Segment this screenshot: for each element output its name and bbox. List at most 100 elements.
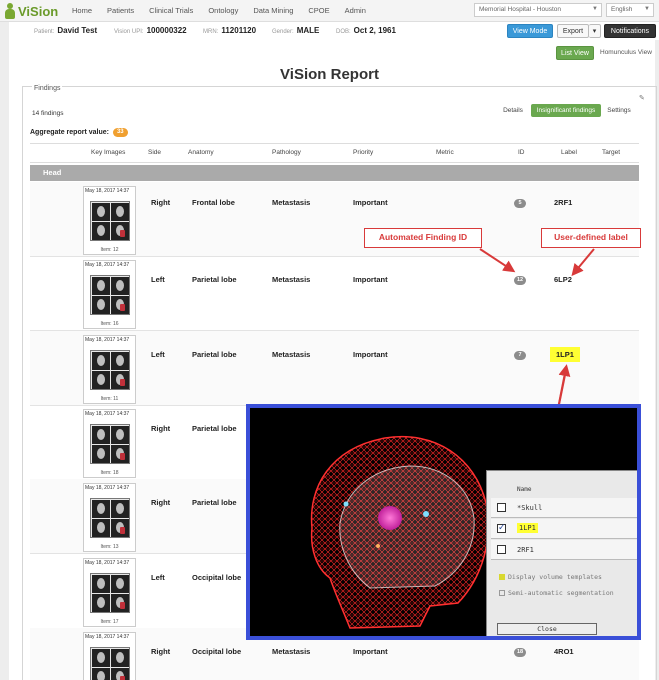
thumb-date: May 18, 2017 14:37 (85, 262, 130, 269)
col-target: Target (602, 149, 621, 156)
tab-settings[interactable]: Settings (605, 104, 633, 117)
key-image-thumbnail[interactable]: May 18, 2017 14:37 Item: 16 (83, 260, 136, 330)
table-row[interactable]: May 18, 2017 14:37 Item: 11 Left Parieta… (30, 330, 639, 406)
cell-side: Right (151, 646, 171, 656)
semi-auto-label: Semi-automatic segmentation (508, 589, 614, 597)
cell-side: Right (151, 498, 171, 508)
nav-admin[interactable]: Admin (345, 6, 366, 15)
finding-label[interactable]: 4RO1 (554, 647, 574, 656)
thumb-date: May 18, 2017 14:37 (85, 559, 130, 566)
mri-grid-image (90, 423, 130, 464)
notifications-button[interactable]: Notifications (604, 24, 656, 38)
cell-anatomy: Parietal lobe (192, 498, 237, 508)
nav-ontology[interactable]: Ontology (208, 6, 238, 15)
cell-side: Left (151, 572, 165, 582)
key-image-thumbnail[interactable]: May 18, 2017 14:37 Item: 11 (83, 334, 136, 404)
nav-data-mining[interactable]: Data Mining (253, 6, 293, 15)
key-image-thumbnail[interactable]: May 18, 2017 14:37 Item: 17 (83, 557, 136, 627)
left-gutter (0, 22, 9, 680)
aggregate-label: Aggregate report value: (30, 129, 109, 136)
patient-name: David Test (57, 26, 98, 35)
finding-label[interactable]: 1LP1 (550, 346, 580, 362)
view-mode-button[interactable]: View Mode (507, 24, 553, 38)
aggregate-report-value: Aggregate report value: 33 (30, 128, 128, 137)
group-header-head[interactable]: Head (30, 165, 639, 181)
finding-label[interactable]: 2RF1 (554, 198, 572, 207)
seg-row-2rf1[interactable]: 2RF1 (491, 540, 637, 560)
language-select-value: English (611, 6, 633, 13)
thumb-item: Item: 18 (100, 469, 119, 476)
key-image-thumbnail[interactable]: May 18, 2017 14:37 (83, 631, 136, 680)
key-image-thumbnail[interactable]: May 18, 2017 14:37 Item: 12 (83, 186, 136, 255)
list-view-button[interactable]: List View (556, 46, 594, 60)
tab-details[interactable]: Details (500, 104, 526, 117)
vision-logo-icon (4, 3, 16, 19)
finding-label[interactable]: 6LP2 (554, 275, 572, 284)
thumb-date: May 18, 2017 14:37 (85, 336, 130, 343)
key-image-thumbnail[interactable]: May 18, 2017 14:37 Item: 18 (83, 408, 136, 478)
export-dropdown-icon[interactable]: ▾ (589, 24, 601, 38)
cell-side: Right (151, 198, 171, 207)
col-priority: Priority (353, 149, 374, 156)
mrn-value: 11201120 (221, 26, 257, 35)
thumb-item: Item: 17 (100, 618, 119, 625)
close-button[interactable]: Close (497, 623, 597, 635)
export-button[interactable]: Export (557, 24, 589, 38)
nav-home[interactable]: Home (72, 6, 92, 15)
mrn-field: MRN: 11201120 (203, 26, 256, 35)
checkbox[interactable] (497, 545, 506, 554)
key-image-thumbnail[interactable]: May 18, 2017 14:37 Item: 13 (83, 483, 136, 553)
table-row[interactable]: May 18, 2017 14:37 Item: 16 Left Parieta… (30, 256, 639, 332)
col-pathology: Pathology (272, 149, 301, 156)
thumb-date: May 18, 2017 14:37 (85, 633, 130, 640)
cell-priority: Important (353, 275, 388, 285)
dob-field: DOB: Oct 2, 1961 (336, 26, 396, 35)
cell-anatomy: Frontal lobe (192, 198, 235, 207)
homunculus-view-link[interactable]: Homunculus View (600, 49, 652, 56)
report-title: ViSion Report (280, 66, 379, 83)
language-select[interactable]: English ▼ (606, 3, 654, 17)
mri-grid-image (90, 349, 130, 390)
aggregate-badge: 33 (112, 128, 128, 137)
semi-auto-option[interactable]: Semi-automatic segmentation (499, 589, 614, 597)
mri-grid-image (90, 275, 130, 316)
upi-field: Vision UPI: 100000322 (114, 26, 187, 35)
col-metric: Metric (436, 149, 454, 156)
mri-grid-image (90, 201, 130, 241)
nav-cpoe[interactable]: CPOE (308, 6, 329, 15)
chevron-down-icon: ▼ (592, 6, 598, 12)
upi-label: Vision UPI: (114, 29, 144, 35)
nav-patients[interactable]: Patients (107, 6, 134, 15)
chevron-down-icon: ▼ (644, 6, 650, 12)
seg-row-skull[interactable]: *Skull (491, 498, 637, 518)
cell-priority: Important (353, 646, 388, 656)
display-templates-label: Display volume templates (508, 573, 602, 581)
cell-pathology: Metastasis (272, 198, 311, 207)
tab-insignificant-findings[interactable]: Insignificant findings (531, 104, 601, 117)
checkbox[interactable] (497, 503, 506, 512)
thumb-item: Item: 12 (100, 247, 119, 253)
edit-pencil-icon[interactable]: ✎ (639, 94, 645, 102)
app-logo[interactable]: ViSion (4, 3, 58, 19)
3d-visualization-overlay: Name *Skull 1LP1 2RF1 Display volume tem… (246, 404, 641, 640)
seg-name: 2RF1 (517, 546, 534, 554)
display-templates-option[interactable]: Display volume templates (499, 573, 602, 581)
checkbox-checked[interactable] (497, 522, 506, 533)
seg-row-1lp1[interactable]: 1LP1 (491, 519, 637, 539)
hospital-select[interactable]: Memorial Hospital - Houston ▼ (474, 3, 602, 17)
callout-automated-finding-id: Automated Finding ID (364, 228, 482, 248)
finding-id-badge: 7 (514, 350, 526, 360)
cell-anatomy: Occipital lobe (192, 572, 242, 582)
thumb-item: Item: 11 (100, 395, 119, 402)
cell-side: Left (151, 349, 165, 359)
mri-grid-image (90, 572, 130, 613)
cell-priority: Important (353, 198, 388, 207)
nav-clinical-trials[interactable]: Clinical Trials (149, 6, 193, 15)
col-side: Side (148, 149, 162, 156)
col-id: ID (518, 149, 525, 156)
cell-pathology: Metastasis (272, 275, 311, 285)
cell-priority: Important (353, 349, 388, 359)
thumb-date: May 18, 2017 14:37 (85, 188, 130, 194)
finding-id-badge: 5 (514, 199, 526, 208)
callout-user-defined-label: User-defined label (541, 228, 641, 248)
